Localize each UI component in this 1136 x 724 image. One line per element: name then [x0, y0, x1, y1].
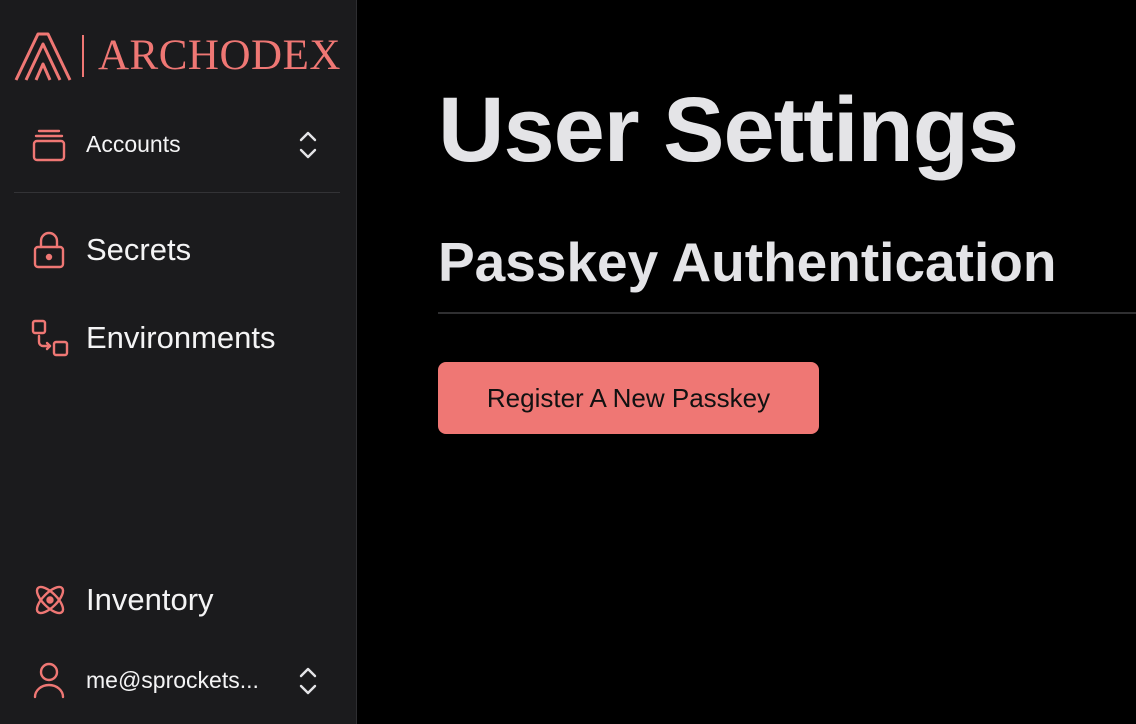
stack-icon [30, 124, 70, 164]
atom-icon [30, 580, 70, 620]
sidebar-item-secrets[interactable]: Secrets [30, 230, 191, 270]
logo-divider [82, 35, 84, 77]
lock-icon [30, 230, 70, 270]
page-title: User Settings [438, 79, 1019, 181]
section-title: Passkey Authentication [438, 231, 1057, 293]
brand-name: ARCHODEX [98, 32, 341, 79]
user-menu[interactable]: me@sprockets... [30, 660, 259, 700]
sidebar-item-environments[interactable]: Environments [30, 318, 276, 358]
accounts-switcher[interactable]: Accounts [30, 124, 181, 164]
sidebar: ARCHODEX Accounts Secrets Environments I… [0, 0, 357, 724]
accounts-label: Accounts [86, 130, 181, 157]
chevron-up-down-icon[interactable] [296, 129, 320, 161]
section-divider [438, 312, 1136, 314]
sidebar-divider [14, 192, 340, 193]
user-icon [30, 660, 70, 700]
register-passkey-button[interactable]: Register A New Passkey [438, 362, 819, 434]
sidebar-item-label: Environments [86, 320, 276, 355]
sidebar-item-label: Inventory [86, 582, 214, 617]
archodex-logo-icon [14, 32, 72, 81]
brand-logo[interactable]: ARCHODEX [14, 30, 341, 82]
environments-icon [30, 318, 70, 358]
chevron-up-down-icon[interactable] [296, 665, 320, 697]
user-email: me@sprockets... [86, 666, 259, 693]
sidebar-item-inventory[interactable]: Inventory [30, 580, 214, 620]
sidebar-item-label: Secrets [86, 232, 192, 267]
